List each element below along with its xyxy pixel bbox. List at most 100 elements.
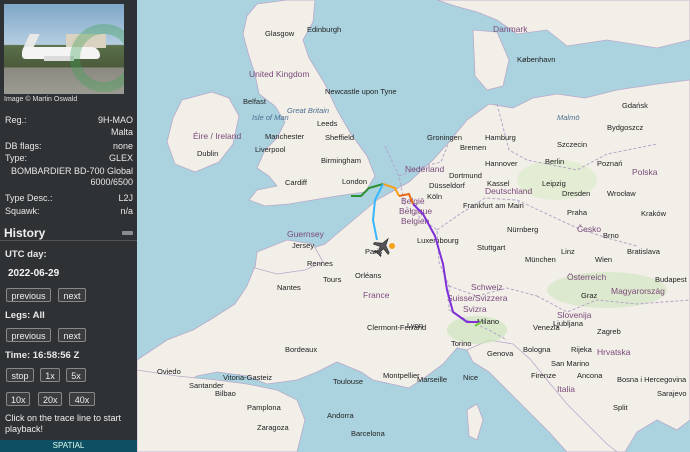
- city-nice: Nice: [463, 373, 478, 382]
- label-isle-of-man: Isle of Man: [252, 113, 289, 122]
- city-budapest: Budapest: [655, 275, 688, 284]
- photo-watermark: [70, 24, 124, 92]
- city-manchester: Manchester: [265, 132, 305, 141]
- city-marseille: Marseille: [417, 375, 447, 384]
- city-kobenhavn: København: [517, 55, 555, 64]
- label-schweiz: Schweiz: [471, 282, 503, 292]
- aircraft-photo[interactable]: [4, 4, 124, 94]
- city-san-marino: San Marino: [551, 359, 589, 368]
- city-munchen: München: [525, 255, 556, 264]
- dbflags-row: DB flags: none: [5, 141, 133, 152]
- map[interactable]: United Kingdom Éire / Ireland Isle of Ma…: [137, 0, 690, 452]
- city-leipzig: Leipzig: [542, 179, 566, 188]
- city-great-britain: Great Britain: [287, 106, 329, 115]
- history-title: History: [4, 226, 46, 240]
- city-oviedo: Oviedo: [157, 367, 181, 376]
- city-tours: Tours: [323, 275, 342, 284]
- spatial-footer[interactable]: SPATIAL: [0, 440, 137, 452]
- label-kiel: Malmö: [557, 113, 580, 122]
- city-bosna: Bosna i Hercegovina: [617, 375, 687, 384]
- city-london: London: [342, 177, 367, 186]
- city-ancona: Ancona: [577, 371, 603, 380]
- current-position-dot: [389, 243, 395, 249]
- label-danmark: Danmark: [493, 24, 528, 34]
- label-united-kingdom: United Kingdom: [249, 69, 309, 79]
- city-sheffield: Sheffield: [325, 133, 354, 142]
- city-bremen: Bremen: [460, 143, 486, 152]
- stop-button[interactable]: stop: [6, 368, 34, 382]
- city-vitoria-gasteiz: Vitoria-Gasteiz: [223, 373, 272, 382]
- legs-next-button[interactable]: next: [58, 328, 86, 342]
- city-bordeaux: Bordeaux: [285, 345, 317, 354]
- city-nurnberg: Nürnberg: [507, 225, 538, 234]
- day-next-button[interactable]: next: [58, 288, 86, 302]
- day-previous-button[interactable]: previous: [6, 288, 51, 302]
- city-graz: Graz: [581, 291, 598, 300]
- city-andorra: Andorra: [327, 411, 355, 420]
- label-jersey: Jersey: [292, 241, 314, 250]
- reg-value: 9H-MAO: [97, 115, 133, 125]
- label-magyarorszag: Magyarország: [611, 286, 665, 296]
- typedesc-label: Type Desc.:: [5, 193, 53, 203]
- city-praha: Praha: [567, 208, 588, 217]
- city-linz: Linz: [561, 247, 575, 256]
- history-collapse-icon[interactable]: [122, 231, 133, 235]
- speed-5x-button[interactable]: 5x: [66, 368, 86, 382]
- city-glasgow: Glasgow: [265, 29, 295, 38]
- image-credit[interactable]: Image © Martin Oswald: [4, 96, 77, 103]
- city-krakow: Kraków: [641, 209, 667, 218]
- city-bilbao: Bilbao: [215, 389, 236, 398]
- city-cardiff: Cardiff: [285, 178, 308, 187]
- city-szczecin: Szczecin: [557, 140, 587, 149]
- time-label: Time: 16:58:56 Z: [5, 350, 80, 361]
- city-sarajevo: Sarajevo: [657, 389, 687, 398]
- label-france: France: [363, 290, 390, 300]
- city-dublin: Dublin: [197, 149, 218, 158]
- city-groningen: Groningen: [427, 133, 462, 142]
- speed-20x-button[interactable]: 20x: [38, 392, 62, 406]
- city-gdansk: Gdańsk: [622, 101, 648, 110]
- typedesc-row: Type Desc.: L2J: [5, 193, 133, 204]
- city-rennes: Rennes: [307, 259, 333, 268]
- label-nederland: Nederland: [405, 164, 444, 174]
- city-belfast: Belfast: [243, 97, 267, 106]
- city-brno: Brno: [603, 231, 619, 240]
- playback-hint: Click on the trace line to start playbac…: [5, 413, 122, 434]
- city-genova: Genova: [487, 349, 514, 358]
- label-hrvatska: Hrvatska: [597, 347, 631, 357]
- city-bologna: Bologna: [523, 345, 551, 354]
- label-guernsey: Guernsey: [287, 229, 325, 239]
- city-hamburg: Hamburg: [485, 133, 516, 142]
- squawk-row: Squawk: n/a: [5, 206, 133, 217]
- legs-previous-button[interactable]: previous: [6, 328, 51, 342]
- city-newcastle: Newcastle upon Tyne: [325, 87, 397, 96]
- city-stuttgart: Stuttgart: [477, 243, 506, 252]
- speed-40x-button[interactable]: 40x: [69, 392, 95, 406]
- label-osterreich: Österreich: [567, 272, 606, 282]
- city-zagreb: Zagreb: [597, 327, 621, 336]
- country-value: Malta: [110, 127, 133, 137]
- city-leeds: Leeds: [317, 119, 338, 128]
- city-frankfurt: Frankfurt am Main: [463, 201, 524, 210]
- speed-10x-button[interactable]: 10x: [6, 392, 30, 406]
- city-toulouse: Toulouse: [333, 377, 363, 386]
- city-dresden: Dresden: [562, 189, 590, 198]
- dbflags-value: none: [112, 141, 133, 151]
- typedesc-value: L2J: [118, 193, 133, 203]
- label-polska: Polska: [632, 167, 658, 177]
- city-zaragoza: Zaragoza: [257, 423, 290, 432]
- city-rijeka: Rijeka: [571, 345, 593, 354]
- city-venezia: Venezia: [533, 323, 561, 332]
- city-barcelona: Barcelona: [351, 429, 386, 438]
- squawk-value: n/a: [120, 206, 133, 216]
- city-pamplona: Pamplona: [247, 403, 282, 412]
- city-wien: Wien: [595, 255, 612, 264]
- label-italia: Italia: [557, 384, 575, 394]
- city-koln: Köln: [427, 192, 442, 201]
- reg-row: Reg.: 9H-MAO: [5, 115, 133, 126]
- city-bydgoszcz: Bydgoszcz: [607, 123, 644, 132]
- dbflags-label: DB flags:: [5, 141, 42, 151]
- city-firenze: Firenze: [531, 371, 556, 380]
- city-montpellier: Montpellier: [383, 371, 420, 380]
- speed-1x-button[interactable]: 1x: [40, 368, 60, 382]
